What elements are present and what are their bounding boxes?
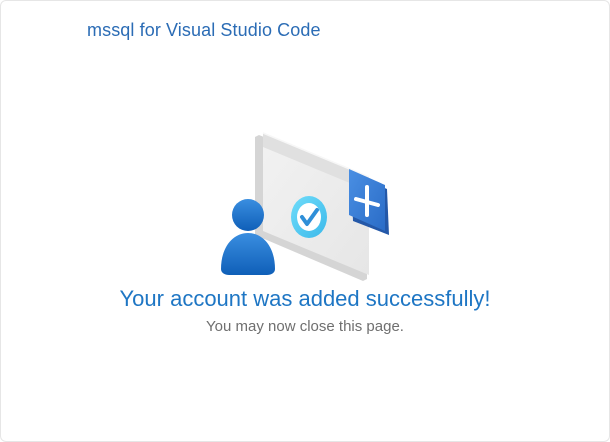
- close-page-hint: You may now close this page.: [206, 318, 404, 335]
- account-added-illustration: [217, 129, 395, 281]
- success-headline: Your account was added successfully!: [119, 286, 491, 311]
- app-title: mssql for Visual Studio Code: [87, 20, 321, 40]
- checkmark-icon: [291, 196, 327, 238]
- success-page: mssql for Visual Studio Code Your accoun…: [0, 0, 610, 442]
